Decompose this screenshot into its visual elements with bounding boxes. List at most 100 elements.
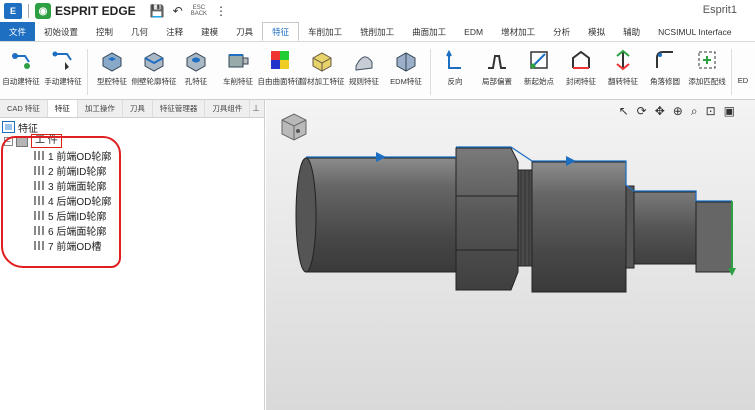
feature-item-icon — [34, 226, 44, 235]
document-title: Esprit1 — [702, 4, 737, 16]
menu-tab-6[interactable]: 刀具 — [227, 22, 262, 41]
feature-item-icon — [34, 211, 44, 220]
tree-item[interactable]: 1 前端OD轮廓 — [34, 148, 264, 163]
menu-tab-15[interactable]: 辅助 — [614, 22, 649, 41]
ed-button[interactable]: ED — [735, 45, 751, 85]
tree-item-label: 1 前端OD轮廓 — [48, 152, 112, 163]
menu-tab-4[interactable]: 注释 — [157, 22, 192, 41]
tree-item[interactable]: 3 前端面轮廓 — [34, 178, 264, 193]
panel-tab-3[interactable]: 刀具 — [123, 100, 153, 117]
esprit-logo-icon: ◉ — [35, 3, 51, 19]
flip-feature-button[interactable]: 翻转特征 — [602, 45, 644, 87]
tree-root-features[interactable]: 特征 — [2, 120, 264, 135]
menu-tab-5[interactable]: 建模 — [192, 22, 227, 41]
esc-back-button[interactable]: ESC BACK — [191, 5, 207, 17]
auto-feature-button[interactable]: 自动建特征 — [0, 45, 42, 87]
tree-item-label: 7 前端OD槽 — [48, 242, 102, 253]
menu-tab-3[interactable]: 几何 — [122, 22, 157, 41]
panel-tab-1[interactable]: 特征 — [47, 100, 78, 117]
menu-tab-11[interactable]: EDM — [455, 22, 492, 41]
menu-tab-0[interactable]: 文件 — [0, 22, 36, 41]
undo-icon[interactable]: ↶ — [173, 4, 183, 18]
additive-feature-button[interactable]: 增材加工特征 — [300, 45, 345, 87]
edm-feature-button[interactable]: EDM特征 — [385, 45, 427, 87]
manual-feature-button[interactable]: 手动建特征 — [42, 45, 84, 87]
divider — [430, 49, 431, 95]
corner-round-button[interactable]: 角落修圆 — [644, 45, 686, 87]
panel-tab-5[interactable]: 刀具组件 — [205, 100, 251, 117]
feature-item-icon — [34, 166, 44, 175]
tree-item-label: 2 前端ID轮廓 — [48, 167, 107, 178]
app-menu-icon[interactable]: E — [4, 3, 22, 19]
pocket-feature-button[interactable]: 型腔特征 — [91, 45, 133, 87]
tree-item[interactable]: 4 后端OD轮廓 — [34, 193, 264, 208]
turning-feature-icon — [225, 47, 251, 73]
add-match-line-button[interactable]: 添加匹配线 — [686, 45, 728, 87]
local-offset-button[interactable]: 局部偏置 — [476, 45, 518, 87]
new-start-point-button[interactable]: 新起始点 — [518, 45, 560, 87]
quick-access-toolbar: 💾 ↶ ESC BACK ⋮ — [150, 4, 227, 18]
menu-tab-7[interactable]: 特征 — [262, 22, 300, 41]
tree-root-label: 特征 — [18, 123, 38, 135]
collapse-icon[interactable]: − — [4, 136, 13, 146]
flip-feature-icon — [610, 47, 636, 73]
brand-name: ESPRIT EDGE — [55, 4, 136, 18]
turning-feature-button[interactable]: 车削特征 — [217, 45, 259, 87]
menu-tab-16[interactable]: NCSIMUL Interface — [649, 22, 740, 41]
save-icon[interactable]: 💾 — [150, 4, 165, 18]
menu-tab-14[interactable]: 模拟 — [579, 22, 614, 41]
tree-item[interactable]: 6 后端面轮廓 — [34, 223, 264, 238]
more-options-icon[interactable]: ⋮ — [215, 4, 227, 18]
reverse-button[interactable]: 反向 — [434, 45, 476, 87]
tree-item[interactable]: 5 后端ID轮廓 — [34, 208, 264, 223]
menu-tab-12[interactable]: 增材加工 — [492, 22, 544, 41]
tree-item-label: 4 后端OD轮廓 — [48, 197, 112, 208]
feature-item-icon — [34, 196, 44, 205]
additive-feature-icon — [309, 47, 335, 73]
workpiece-icon — [16, 135, 28, 147]
auto-feature-icon — [8, 47, 34, 73]
feature-panel: CAD 特征 特征 加工操作 刀具 特征管理器 刀具组件 ⊥ 特征 − 工 件 1 前端OD… — [0, 100, 265, 410]
rule-feature-button[interactable]: 规则特征 — [343, 45, 385, 87]
new-start-point-icon — [526, 47, 552, 73]
menu-tab-9[interactable]: 铣削加工 — [351, 22, 403, 41]
panel-tab-0[interactable]: CAD 特征 — [0, 100, 48, 117]
sidewall-contour-feature-button[interactable]: 侧壁轮廓特征 — [132, 45, 177, 87]
menu-tab-8[interactable]: 车削加工 — [299, 22, 351, 41]
menu-tab-1[interactable]: 初始设置 — [35, 22, 87, 41]
close-feature-button[interactable]: 封闭特征 — [560, 45, 602, 87]
view-orientation-cube-icon — [281, 113, 307, 141]
3d-viewport[interactable]: ↖ ⟳ ✥ ⊕ ⌕ ⊡ ▣ — [266, 100, 755, 410]
manual-feature-icon — [50, 47, 76, 73]
edm-feature-icon — [393, 47, 419, 73]
brand: ◉ ESPRIT EDGE — [35, 3, 136, 19]
feature-tree: 特征 − 工 件 1 前端OD轮廓 2 前端ID轮廓 3 前端面轮廓 4 后端OD轮廓… — [0, 118, 264, 253]
ed-icon — [730, 47, 755, 73]
close-feature-icon — [568, 47, 594, 73]
corner-round-icon — [652, 47, 678, 73]
pin-icon[interactable]: ⊥ — [252, 103, 260, 114]
feature-item-icon — [34, 181, 44, 190]
tree-item[interactable]: 2 前端ID轮廓 — [34, 163, 264, 178]
menu-tab-10[interactable]: 曲面加工 — [403, 22, 455, 41]
ribbon-tabs: 文件 初始设置 控制 几何 注释 建模 刀具 特征 车削加工 铣削加工 曲面加工 EDM 增材加工 分析模… — [0, 22, 755, 42]
tree-item[interactable]: 7 前端OD槽 — [34, 238, 264, 253]
panel-tabs: CAD 特征 特征 加工操作 刀具 特征管理器 刀具组件 ⊥ — [0, 100, 264, 118]
features-root-icon — [2, 121, 15, 133]
hole-feature-button[interactable]: 孔特征 — [175, 45, 217, 87]
menu-tab-2[interactable]: 控制 — [87, 22, 122, 41]
divider — [87, 49, 88, 95]
panel-tab-4[interactable]: 特征管理器 — [153, 100, 206, 117]
feature-list: 1 前端OD轮廓 2 前端ID轮廓 3 前端面轮廓 4 后端OD轮廓 5 后端ID轮廓 6… — [2, 148, 264, 253]
tree-item-label: 3 前端面轮廓 — [48, 182, 107, 193]
freeform-surface-icon — [267, 47, 293, 73]
tree-node-workpiece[interactable]: − 工 件 — [2, 134, 264, 148]
reverse-icon — [442, 47, 468, 73]
local-offset-icon — [484, 47, 510, 73]
menu-tab-13[interactable]: 分析 — [544, 22, 579, 41]
divider — [28, 4, 29, 18]
freeform-surface-feature-button[interactable]: 自由曲面特征 — [258, 45, 303, 87]
rule-feature-icon — [351, 47, 377, 73]
panel-tab-2[interactable]: 加工操作 — [78, 100, 123, 117]
part-model[interactable] — [266, 100, 755, 410]
